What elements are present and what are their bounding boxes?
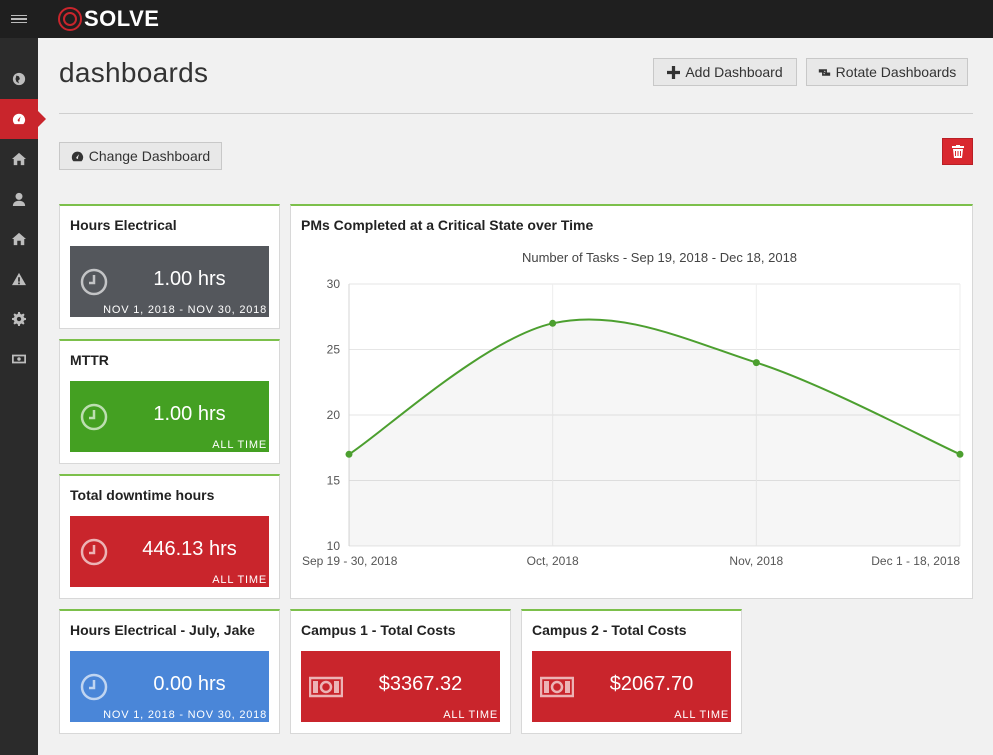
plus-icon	[667, 65, 681, 79]
y-tick-label: 20	[327, 408, 341, 422]
stat-tile: $3367.32 ALL TIME	[301, 651, 500, 722]
line-chart: Number of Tasks - Sep 19, 2018 - Dec 18,…	[302, 250, 964, 568]
y-tick-label: 10	[327, 539, 341, 553]
hamburger-icon	[11, 15, 27, 23]
globe-icon	[12, 72, 26, 86]
page-title: dashboards	[59, 57, 209, 88]
sidebar-item-globe[interactable]	[0, 59, 38, 99]
stat-value: 1.00 hrs	[153, 268, 226, 290]
retweet-icon	[818, 68, 830, 76]
trash-icon	[951, 145, 964, 158]
widget-total-downtime-hours[interactable]: Total downtime hours 446.13 hrs ALL TIME	[59, 474, 280, 599]
stat-value: 446.13 hrs	[142, 538, 237, 560]
gear-icon	[12, 312, 26, 326]
sidebar	[0, 38, 46, 755]
sidebar-item-home[interactable]	[0, 139, 38, 179]
rotate-dashboards-button[interactable]: Rotate Dashboards	[806, 58, 968, 86]
home-icon	[12, 232, 26, 246]
widget-title: Campus 1 - Total Costs	[301, 622, 456, 638]
widget-campus-2-total-costs[interactable]: Campus 2 - Total Costs $2067.70 ALL TIME	[521, 609, 742, 734]
rotate-dashboards-label: Rotate Dashboards	[835, 64, 957, 80]
money-icon	[309, 676, 343, 698]
clock-icon	[80, 403, 108, 431]
sidebar-item-costs[interactable]	[0, 339, 38, 379]
stat-tile: 446.13 hrs ALL TIME	[70, 516, 269, 587]
stat-date-range: ALL TIME	[674, 709, 729, 721]
home-icon	[12, 152, 26, 166]
widget-campus-1-total-costs[interactable]: Campus 1 - Total Costs $3367.32 ALL TIME	[290, 609, 511, 734]
header-divider	[59, 113, 973, 114]
logo[interactable]: SOLVE	[58, 6, 159, 32]
stat-date-range: ALL TIME	[443, 709, 498, 721]
stat-value: 1.00 hrs	[153, 403, 226, 425]
stat-tile: 1.00 hrs ALL TIME	[70, 381, 269, 452]
widget-hours-electrical-july-jake[interactable]: Hours Electrical - July, Jake 0.00 hrs N…	[59, 609, 280, 734]
stat-date-range: ALL TIME	[212, 574, 267, 586]
dashboard-icon	[12, 113, 26, 125]
series-area	[349, 319, 960, 546]
stat-date-range: NOV 1, 2018 - NOV 30, 2018	[103, 304, 267, 316]
sidebar-item-settings[interactable]	[0, 299, 38, 339]
sidebar-item-alerts[interactable]	[0, 259, 38, 299]
widget-title: Campus 2 - Total Costs	[532, 622, 687, 638]
x-tick-label: Oct, 2018	[527, 554, 579, 568]
sidebar-item-home-2[interactable]	[0, 219, 38, 259]
stat-tile: 1.00 hrs NOV 1, 2018 - NOV 30, 2018	[70, 246, 269, 317]
widget-pms-critical-chart[interactable]: PMs Completed at a Critical State over T…	[290, 204, 973, 599]
y-tick-label: 25	[327, 343, 341, 357]
data-point	[549, 319, 557, 327]
delete-dashboard-button[interactable]	[942, 138, 973, 165]
top-bar: SOLVE	[0, 0, 993, 38]
widget-title: MTTR	[70, 352, 109, 368]
stat-tile: $2067.70 ALL TIME	[532, 651, 731, 722]
clock-icon	[80, 538, 108, 566]
menu-toggle-button[interactable]	[0, 0, 38, 38]
warning-icon	[12, 272, 26, 286]
money-icon	[540, 676, 574, 698]
stat-value: $2067.70	[609, 673, 694, 695]
stat-value: $3367.32	[378, 673, 463, 695]
x-tick-label: Sep 19 - 30, 2018	[302, 554, 398, 568]
widget-hours-electrical[interactable]: Hours Electrical 1.00 hrs NOV 1, 2018 - …	[59, 204, 280, 329]
data-point	[345, 450, 353, 458]
change-dashboard-button[interactable]: Change Dashboard	[59, 142, 222, 170]
chart-subtitle: Number of Tasks - Sep 19, 2018 - Dec 18,…	[522, 250, 797, 265]
logo-mark-icon	[58, 7, 82, 31]
sidebar-item-dashboards[interactable]	[0, 99, 46, 139]
change-dashboard-label: Change Dashboard	[88, 148, 211, 164]
stat-date-range: NOV 1, 2018 - NOV 30, 2018	[103, 709, 267, 721]
x-tick-label: Dec 1 - 18, 2018	[871, 554, 960, 568]
clock-icon	[80, 268, 108, 296]
widget-title: Total downtime hours	[70, 487, 215, 503]
money-icon	[12, 354, 26, 364]
x-tick-label: Nov, 2018	[729, 554, 783, 568]
stat-value: 0.00 hrs	[153, 673, 226, 695]
widget-mttr[interactable]: MTTR 1.00 hrs ALL TIME	[59, 339, 280, 464]
dashboard-icon	[71, 151, 83, 161]
data-point	[956, 450, 964, 458]
add-dashboard-label: Add Dashboard	[685, 64, 783, 80]
y-tick-label: 15	[327, 474, 341, 488]
user-icon	[12, 192, 26, 206]
widget-title: Hours Electrical	[70, 217, 177, 233]
add-dashboard-button[interactable]: Add Dashboard	[653, 58, 797, 86]
sidebar-item-user[interactable]	[0, 179, 38, 219]
stat-date-range: ALL TIME	[212, 439, 267, 451]
clock-icon	[80, 673, 108, 701]
widget-title: Hours Electrical - July, Jake	[70, 622, 255, 638]
data-point	[752, 359, 760, 367]
stat-tile: 0.00 hrs NOV 1, 2018 - NOV 30, 2018	[70, 651, 269, 722]
logo-text: SOLVE	[84, 6, 160, 31]
y-tick-label: 30	[327, 277, 341, 291]
